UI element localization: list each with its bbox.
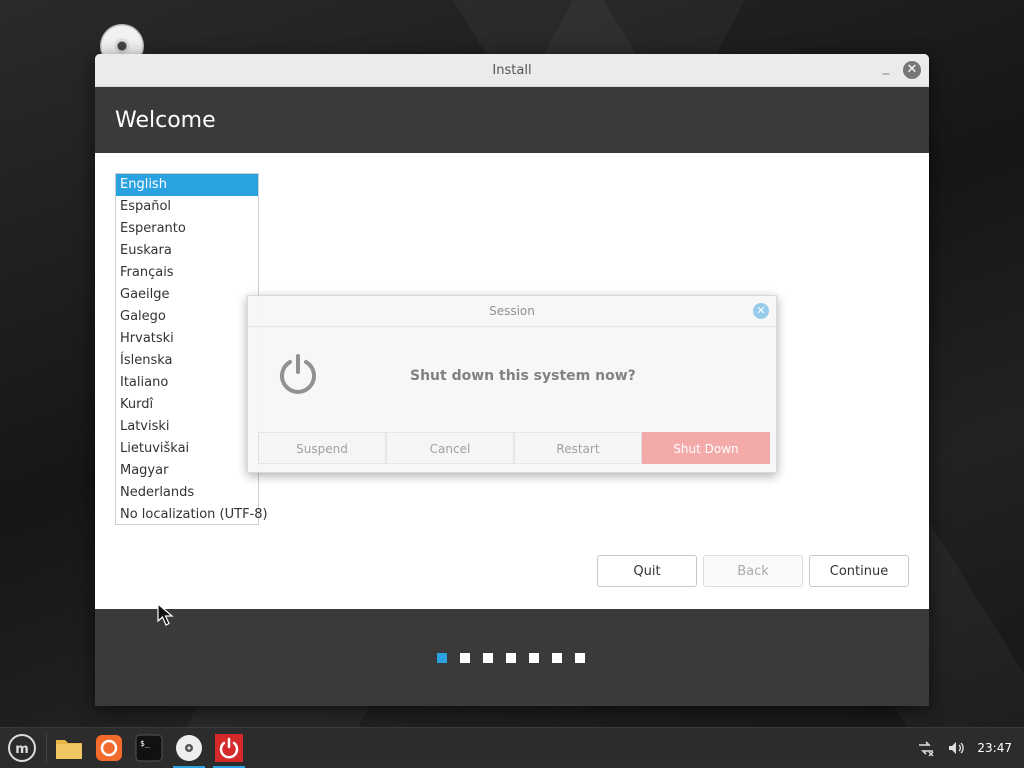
dialog-title: Session	[248, 296, 776, 327]
continue-button[interactable]: Continue	[809, 555, 909, 587]
language-item[interactable]: Euskara	[116, 240, 258, 262]
power-icon	[280, 354, 316, 394]
cancel-button[interactable]: Cancel	[386, 432, 514, 464]
svg-text:$_: $_	[140, 739, 150, 748]
language-item[interactable]: Latviski	[116, 416, 258, 438]
language-item[interactable]: Hrvatski	[116, 328, 258, 350]
quit-button[interactable]: Quit	[597, 555, 697, 587]
suspend-button[interactable]: Suspend	[258, 432, 386, 464]
step-dot	[529, 653, 539, 663]
dialog-close-icon[interactable]: ✕	[753, 303, 769, 319]
language-item[interactable]: Esperanto	[116, 218, 258, 240]
language-item[interactable]: Íslenska	[116, 350, 258, 372]
footer-band	[95, 609, 929, 706]
svg-text:m: m	[15, 742, 29, 757]
step-dot	[506, 653, 516, 663]
back-button[interactable]: Back	[703, 555, 803, 587]
step-dot	[483, 653, 493, 663]
shutdown-button[interactable]: Shut Down	[642, 432, 770, 464]
language-item[interactable]: English	[116, 174, 258, 196]
language-item[interactable]: No localization (UTF-8)	[116, 504, 268, 526]
language-item[interactable]: Italiano	[116, 372, 258, 394]
clock[interactable]: 23:47	[977, 741, 1012, 755]
step-dot	[460, 653, 470, 663]
language-item[interactable]: Gaeilge	[116, 284, 258, 306]
firefox-icon[interactable]	[91, 730, 127, 766]
step-dot	[552, 653, 562, 663]
power-icon[interactable]	[211, 730, 247, 768]
step-indicator	[437, 653, 585, 663]
session-dialog: Session ✕ Shut down this system now? Sus…	[247, 295, 777, 473]
window-title: Install	[492, 62, 532, 78]
step-dot-active	[437, 653, 447, 663]
restart-button[interactable]: Restart	[514, 432, 642, 464]
volume-icon[interactable]	[947, 739, 965, 757]
dialog-button-row: Suspend Cancel Restart Shut Down	[258, 432, 770, 464]
taskbar: m $_ 23:47	[0, 727, 1024, 768]
folder-icon[interactable]	[51, 730, 87, 766]
disc-installer-icon[interactable]	[171, 730, 207, 768]
mint-menu-icon[interactable]: m	[4, 730, 40, 766]
mouse-cursor-icon	[157, 603, 174, 626]
step-dot	[575, 653, 585, 663]
language-item[interactable]: Magyar	[116, 460, 258, 482]
taskbar-separator	[46, 733, 47, 763]
titlebar: Install _ ✕	[95, 54, 929, 87]
language-item[interactable]: Galego	[116, 306, 258, 328]
system-tray: 23:47	[917, 728, 1012, 768]
language-item[interactable]: Kurdî	[116, 394, 258, 416]
header-band: Welcome	[95, 87, 929, 153]
language-list[interactable]: English Español Esperanto Euskara França…	[115, 173, 268, 526]
language-item[interactable]: Lietuviškai	[116, 438, 258, 460]
minimize-icon[interactable]: _	[879, 60, 893, 76]
terminal-icon[interactable]: $_	[131, 730, 167, 766]
language-item[interactable]: Español	[116, 196, 258, 218]
close-icon[interactable]: ✕	[903, 61, 921, 79]
page-title: Welcome	[115, 107, 216, 133]
dialog-question: Shut down this system now?	[410, 368, 636, 384]
network-disconnected-icon[interactable]	[917, 739, 935, 757]
language-item[interactable]: Nederlands	[116, 482, 258, 504]
language-item[interactable]: Français	[116, 262, 258, 284]
